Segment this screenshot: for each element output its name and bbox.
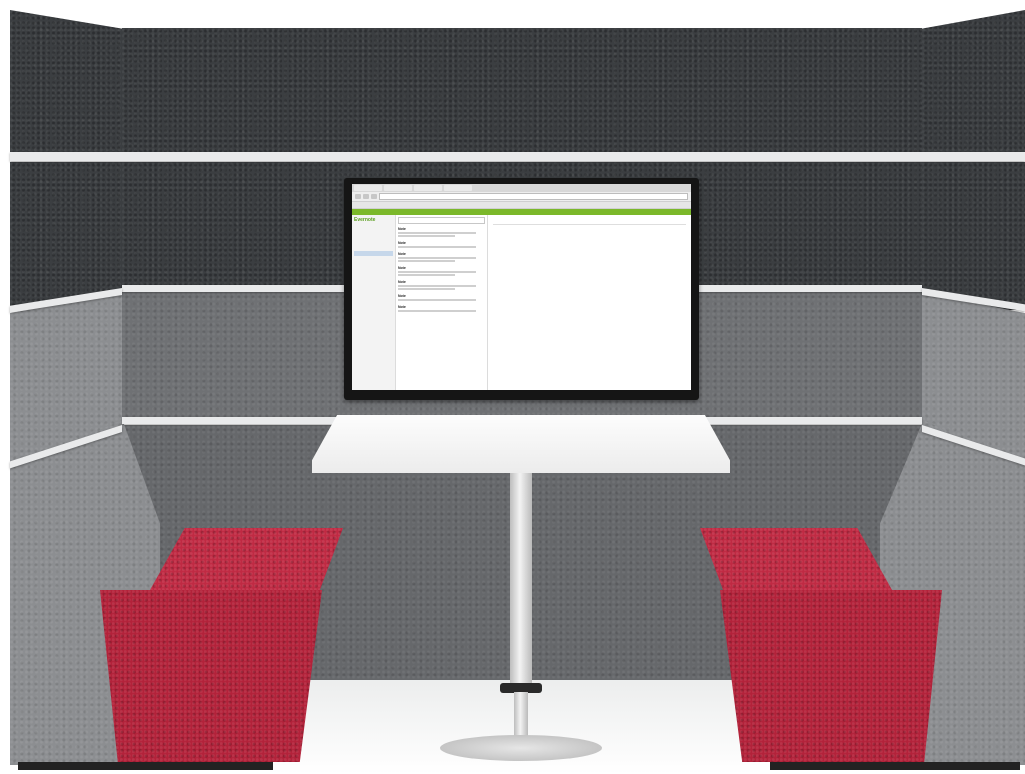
trim-upper (10, 152, 1025, 161)
note-snippet (398, 235, 455, 237)
note-snippet (398, 246, 477, 248)
note-search-field (398, 217, 485, 224)
table-base (440, 735, 602, 761)
right-seat-front (720, 590, 942, 762)
meeting-booth-scene: Evernote Note Note Note Note Note Note N… (0, 0, 1025, 774)
note-snippet (398, 232, 477, 234)
booth-foot-right (770, 762, 1020, 770)
note-list-item: Note (398, 305, 485, 312)
note-title: Note (398, 305, 406, 309)
note-snippet (398, 310, 477, 312)
note-title: Note (398, 280, 406, 284)
note-snippet (398, 288, 455, 290)
left-wall-middle (10, 162, 122, 310)
note-title: Note (398, 252, 406, 256)
browser-tab (384, 185, 412, 191)
note-snippet (398, 260, 455, 262)
booth-foot-left (18, 762, 273, 770)
left-seat-front (100, 590, 322, 762)
browser-tab (444, 185, 472, 191)
browser-tab-bar (352, 184, 691, 192)
right-wall-upper (922, 10, 1025, 153)
note-list-item: Note (398, 252, 485, 262)
note-list-item: Note (398, 227, 485, 237)
note-title: Note (398, 266, 406, 270)
note-snippet (398, 257, 477, 259)
bookmarks-bar (352, 202, 691, 209)
note-detail-pane (488, 215, 691, 390)
back-icon (355, 194, 361, 199)
note-list-item: Note (398, 266, 485, 276)
table-pole (510, 473, 532, 688)
note-snippet (398, 274, 455, 276)
note-list-item: Note (398, 280, 485, 290)
note-title: Note (398, 294, 406, 298)
browser-tab (354, 185, 382, 191)
note-snippet (398, 271, 477, 273)
forward-icon (363, 194, 369, 199)
reload-icon (371, 194, 377, 199)
note-detail-header (493, 218, 686, 225)
back-wall-upper (122, 28, 922, 154)
table-top (312, 415, 730, 473)
right-wall-middle (922, 162, 1025, 310)
app-logo: Evernote (354, 217, 376, 223)
note-app: Evernote Note Note Note Note Note Note N… (352, 215, 691, 390)
note-list: Note Note Note Note Note Note Note (396, 215, 488, 390)
left-wall-upper (10, 10, 122, 153)
address-bar (379, 193, 688, 200)
note-snippet (398, 285, 477, 287)
browser-tab (414, 185, 442, 191)
browser-toolbar (352, 192, 691, 202)
notebook-sidebar: Evernote (352, 215, 396, 390)
wall-monitor: Evernote Note Note Note Note Note Note N… (344, 178, 699, 400)
note-title: Note (398, 241, 406, 245)
note-snippet (398, 299, 477, 301)
note-list-item: Note (398, 241, 485, 248)
sidebar-item (354, 261, 393, 266)
note-title: Note (398, 227, 406, 231)
note-list-item: Note (398, 294, 485, 301)
monitor-screen: Evernote Note Note Note Note Note Note N… (352, 184, 691, 390)
